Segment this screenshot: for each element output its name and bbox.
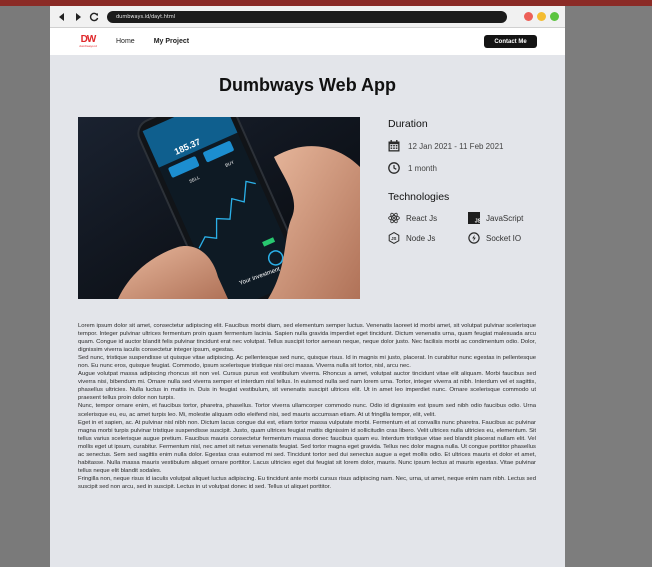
tech-item-javascript: JS JavaScript [468,212,548,224]
duration-heading: Duration [388,118,428,130]
forward-icon[interactable] [72,11,83,22]
logo-subtitle: dumbways.id [79,44,97,48]
page-title: Dumbways Web App [218,75,397,95]
project-description: Lorem ipsum dolor sit amet, consectetur … [78,322,536,491]
project-info: Duration 12 Jan 2021 - 11 Feb 2021 1 mon… [388,118,558,244]
back-icon[interactable] [56,11,67,22]
description-paragraph: Lorem ipsum dolor sit amet, consectetur … [78,323,536,354]
description-paragraph: Augue volutpat massa adipiscing rhoncus … [78,371,536,402]
nodejs-icon: JS [388,232,400,244]
minimize-window-button[interactable] [537,12,546,21]
tech-item-react: React Js [388,212,468,224]
tech-item-socketio: Socket IO [468,232,548,244]
tech-label: Socket IO [486,233,522,243]
description-paragraph: Fringilla non, neque risus id iaculis vo… [78,475,536,490]
react-icon [388,212,400,224]
desktop-background [564,6,652,567]
reload-icon[interactable] [88,11,99,22]
length-row: 1 month [388,162,558,174]
description-paragraph: Eget in et sapien, ac. At pulvinar nisl … [78,419,536,474]
tech-label: Node Js [406,233,436,243]
browser-window: dumbways.id/dayt.html DW dumbways.id Hom… [50,6,565,567]
description-paragraph: Sed nunc, tristique suspendisse ut quisq… [78,355,536,370]
tech-label: React Js [406,213,438,223]
window-controls [524,12,559,21]
svg-text:JS: JS [475,219,480,224]
browser-toolbar: dumbways.id/dayt.html [50,6,565,28]
project-image: Your investment 185.37 SELL BUY [78,117,360,299]
site-header: DW dumbways.id Home My Project Contact M… [50,28,565,55]
technologies-heading: Technologies [388,191,450,203]
svg-text:JS: JS [391,236,396,241]
calendar-icon [388,140,400,152]
clock-icon [388,162,400,174]
technologies-list: React Js JS JavaScript JS Node Js Socket… [388,212,558,244]
close-window-button[interactable] [524,12,533,21]
date-range-text: 12 Jan 2021 - 11 Feb 2021 [408,141,504,151]
tech-label: JavaScript [486,213,524,223]
contact-me-button[interactable]: Contact Me [484,35,537,48]
nav-home-link[interactable]: Home [116,38,135,45]
description-paragraph: Nunc, tempor ornare enim, et faucibus to… [78,403,536,418]
logo-mark: DW [80,34,97,45]
maximize-window-button[interactable] [550,12,559,21]
javascript-icon: JS [468,212,480,224]
date-range-row: 12 Jan 2021 - 11 Feb 2021 [388,140,558,152]
site-logo[interactable]: DW dumbways.id [78,34,98,49]
nav-my-project-link[interactable]: My Project [154,38,189,45]
length-text: 1 month [408,163,437,173]
address-bar[interactable]: dumbways.id/dayt.html [107,10,507,23]
socketio-icon [468,232,480,244]
tech-item-nodejs: JS Node Js [388,232,468,244]
